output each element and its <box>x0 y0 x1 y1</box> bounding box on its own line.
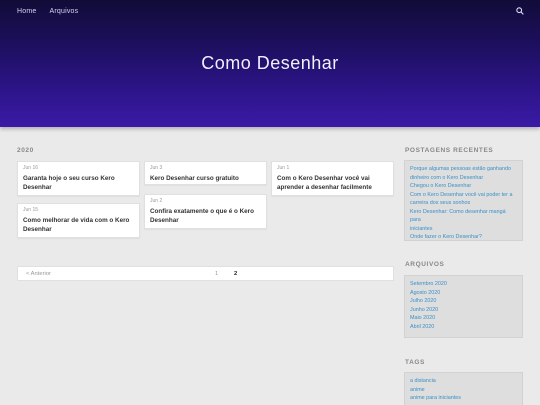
archive-link[interactable]: Maio 2020 <box>410 314 517 323</box>
post-title[interactable]: Garanta hoje o seu curso Kero Desenhar <box>23 174 134 192</box>
recent-post-link[interactable]: Com o Kero Desenhar você vai poder ter a <box>410 191 517 200</box>
post-title[interactable]: Kero Desenhar curso gratuito <box>150 174 261 183</box>
page-current-2: 2 <box>234 271 238 277</box>
archives-heading: ARQUIVOS <box>405 261 445 268</box>
page-link-1[interactable]: 1 <box>215 271 218 277</box>
tags-heading: TAGS <box>405 359 425 366</box>
post-title[interactable]: Como melhorar de vida com o Kero Desenha… <box>23 216 134 234</box>
archive-link[interactable]: Abril 2020 <box>410 323 517 332</box>
post-date: Jun 1 <box>277 165 290 171</box>
archive-link[interactable]: Junho 2020 <box>410 306 517 315</box>
recent-post-link[interactable]: Chegou o Kero Desenhar <box>410 182 517 191</box>
site-title[interactable]: Como Desenhar <box>0 53 540 74</box>
post-date: Jun 2 <box>150 198 163 204</box>
archives-widget: Setembro 2020 Agosto 2020 Julho 2020 Jun… <box>404 275 523 338</box>
post-card[interactable]: Jun 2 Confira exatamente o que é o Kero … <box>144 194 267 229</box>
post-title[interactable]: Confira exatamente o que é o Kero Desenh… <box>150 207 261 225</box>
post-card[interactable]: Jun 1 Com o Kero Desenhar você vai apren… <box>271 161 394 196</box>
archive-link[interactable]: Agosto 2020 <box>410 289 517 298</box>
recent-post-link[interactable]: Porque algumas pessoas estão ganhando <box>410 165 517 174</box>
tag-link[interactable]: anime para iniciantes <box>410 394 517 403</box>
pagination: < Anterior 1 2 <box>17 266 394 281</box>
archive-link[interactable]: Setembro 2020 <box>410 280 517 289</box>
post-date: Jun 15 <box>23 207 39 213</box>
prev-page-link[interactable]: < Anterior <box>26 271 51 277</box>
recent-post-link[interactable]: Kero Desenhar: Como desenhar mangá para <box>410 208 517 225</box>
tags-widget: a distancia anime anime para iniciantes <box>404 372 523 405</box>
hero-banner: Home Arquivos Como Desenhar <box>0 0 540 127</box>
post-date: Jun 16 <box>23 165 39 171</box>
recent-post-link[interactable]: carreira dos seus sonhos <box>410 199 517 208</box>
nav-arquivos[interactable]: Arquivos <box>49 8 78 15</box>
year-heading: 2020 <box>17 147 34 154</box>
recent-posts-widget: Porque algumas pessoas estão ganhando di… <box>404 160 523 241</box>
post-card[interactable]: Jun 15 Como melhorar de vida com o Kero … <box>17 203 140 238</box>
post-title[interactable]: Com o Kero Desenhar você vai aprender a … <box>277 174 388 192</box>
tag-link[interactable]: a distancia <box>410 377 517 386</box>
recent-posts-heading: POSTAGENS RECENTES <box>405 147 494 154</box>
post-card[interactable]: Jun 16 Garanta hoje o seu curso Kero Des… <box>17 161 140 196</box>
post-card[interactable]: Jun 3 Kero Desenhar curso gratuito <box>144 161 267 185</box>
recent-post-link[interactable]: Onde fazer o Kero Desenhar? <box>410 233 517 242</box>
post-date: Jun 3 <box>150 165 163 171</box>
recent-post-link[interactable]: iniciantes <box>410 225 517 234</box>
search-icon[interactable] <box>516 7 524 15</box>
nav-home[interactable]: Home <box>17 8 36 15</box>
archive-link[interactable]: Julho 2020 <box>410 297 517 306</box>
top-nav: Home Arquivos <box>17 8 78 15</box>
recent-post-link[interactable]: dinheiro com o Kero Desenhar <box>410 174 517 183</box>
tag-link[interactable]: anime <box>410 386 517 395</box>
